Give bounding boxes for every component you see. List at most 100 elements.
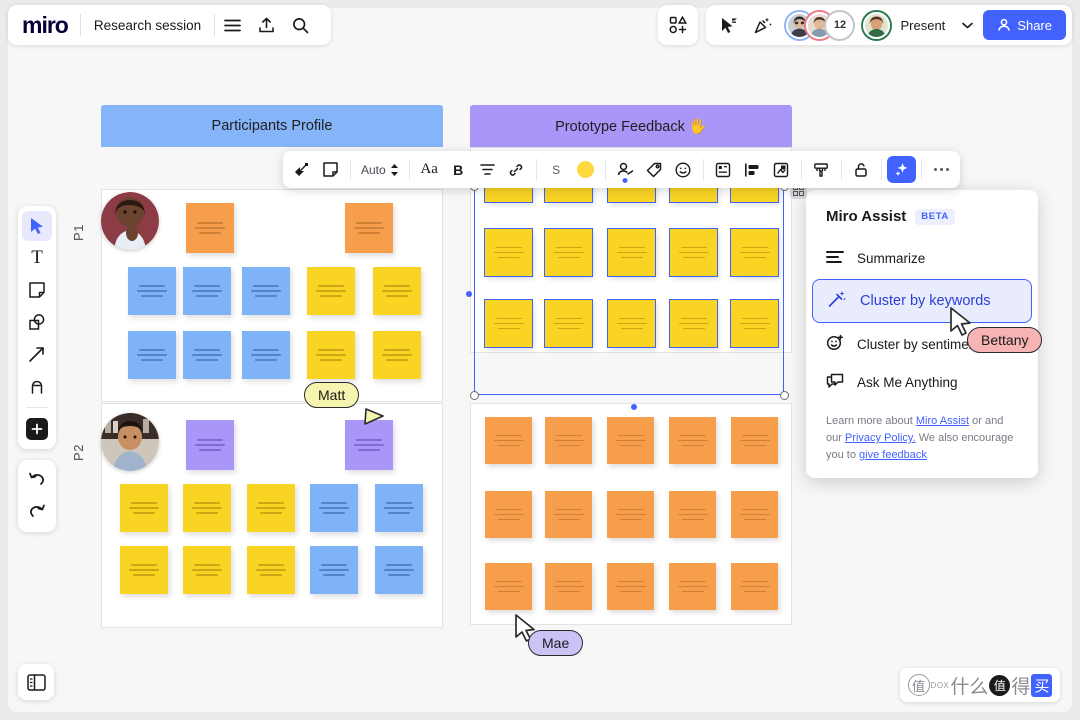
more-apps-tool[interactable] xyxy=(22,414,52,444)
sticky-note[interactable] xyxy=(669,491,716,538)
sticky-note[interactable] xyxy=(128,267,176,315)
collaborator-avatar-4[interactable] xyxy=(863,12,890,39)
sticky-note[interactable] xyxy=(670,300,717,347)
sticky-note[interactable] xyxy=(310,546,358,594)
sticky-note[interactable] xyxy=(485,417,532,464)
sticky-note[interactable] xyxy=(731,417,778,464)
layout-align-icon[interactable] xyxy=(738,155,767,184)
sticky-note[interactable] xyxy=(183,484,231,532)
sticky-note[interactable] xyxy=(669,563,716,610)
board-title[interactable]: Research session xyxy=(81,18,214,33)
sticky-note[interactable] xyxy=(183,267,231,315)
sticky-note[interactable] xyxy=(731,229,778,276)
sticky-note[interactable] xyxy=(545,491,592,538)
pen-tool[interactable] xyxy=(22,371,52,401)
sticky-note[interactable] xyxy=(307,267,355,315)
assist-item-cluster-keywords[interactable]: Cluster by keywords xyxy=(812,279,1032,323)
selection-handle-bottom-right[interactable] xyxy=(780,391,789,400)
sticky-note[interactable] xyxy=(608,300,655,347)
arrow-tool[interactable] xyxy=(22,339,52,369)
share-button[interactable]: Share xyxy=(983,10,1066,40)
lock-icon[interactable] xyxy=(847,155,876,184)
sticky-note[interactable] xyxy=(242,331,290,379)
strikethrough-icon[interactable]: S xyxy=(542,155,571,184)
toggle-panel-button[interactable] xyxy=(18,664,54,700)
menu-icon[interactable] xyxy=(215,8,249,42)
convert-icon[interactable] xyxy=(287,155,316,184)
sticky-note[interactable] xyxy=(186,203,234,253)
give-feedback-link[interactable]: give feedback xyxy=(859,449,927,461)
apps-group[interactable] xyxy=(658,5,698,45)
cursor-share-icon[interactable] xyxy=(712,8,746,42)
selection-dot-left[interactable] xyxy=(466,291,472,297)
sticky-note[interactable] xyxy=(310,484,358,532)
assist-item-ask-me-anything[interactable]: Ask Me Anything xyxy=(806,363,1038,401)
sticky-note[interactable] xyxy=(120,484,168,532)
sticky-note[interactable] xyxy=(307,331,355,379)
sticky-note[interactable] xyxy=(670,229,717,276)
frame-prototype-feedback[interactable]: Prototype Feedback 🖐️ xyxy=(470,105,792,147)
sticky-note[interactable] xyxy=(485,491,532,538)
shapes-tool[interactable] xyxy=(22,307,52,337)
sticky-note[interactable] xyxy=(128,331,176,379)
frame-participants-profile[interactable]: Participants Profile xyxy=(101,105,443,147)
bold-icon[interactable]: B xyxy=(444,155,473,184)
present-button[interactable]: Present xyxy=(890,11,955,39)
sticky-note[interactable] xyxy=(242,267,290,315)
sticky-note[interactable] xyxy=(485,300,532,347)
celebrate-icon[interactable] xyxy=(746,8,780,42)
sticky-note[interactable] xyxy=(247,546,295,594)
color-swatch[interactable] xyxy=(571,155,600,184)
font-style-icon[interactable]: Aa xyxy=(415,155,444,184)
font-size-stepper[interactable]: Auto xyxy=(356,155,404,184)
chevron-down-icon[interactable] xyxy=(955,11,979,39)
upload-icon[interactable] xyxy=(249,8,283,42)
sticky-note[interactable] xyxy=(375,484,423,532)
participant-avatar-p2[interactable] xyxy=(101,413,159,471)
select-tool[interactable] xyxy=(22,211,52,241)
sticky-note[interactable] xyxy=(373,267,421,315)
sticky-note[interactable] xyxy=(545,229,592,276)
sticky-note[interactable] xyxy=(608,229,655,276)
assist-item-summarize[interactable]: Summarize xyxy=(806,239,1038,277)
layout-grid-icon[interactable] xyxy=(709,155,738,184)
link-icon[interactable] xyxy=(502,155,531,184)
participant-avatar-p1[interactable] xyxy=(101,192,159,250)
collaborator-avatars[interactable]: 12 xyxy=(786,12,853,39)
emoji-icon[interactable] xyxy=(669,155,698,184)
sticky-note[interactable] xyxy=(345,203,393,253)
more-options-icon[interactable] xyxy=(927,155,956,184)
text-tool[interactable]: T xyxy=(22,243,52,273)
top-bar-left[interactable]: miro Research session xyxy=(8,5,331,45)
sticky-note[interactable] xyxy=(607,563,654,610)
sticky-note[interactable] xyxy=(607,417,654,464)
sticky-note[interactable] xyxy=(731,563,778,610)
undo-button[interactable] xyxy=(22,465,52,495)
sticky-note[interactable] xyxy=(731,300,778,347)
apps-shapes-icon[interactable] xyxy=(661,8,695,42)
sticky-note-tool[interactable] xyxy=(22,275,52,305)
sticky-note[interactable] xyxy=(669,417,716,464)
sticky-note[interactable] xyxy=(373,331,421,379)
sticky-note[interactable] xyxy=(607,491,654,538)
collaborator-count[interactable]: 12 xyxy=(826,12,853,39)
sticky-note[interactable] xyxy=(485,563,532,610)
paint-format-icon[interactable] xyxy=(807,155,836,184)
tag-icon[interactable] xyxy=(640,155,669,184)
redo-button[interactable] xyxy=(22,497,52,527)
sticky-note[interactable] xyxy=(731,491,778,538)
sticky-note[interactable] xyxy=(545,300,592,347)
privacy-policy-link[interactable]: Privacy Policy. xyxy=(845,432,916,444)
sticky-shape-icon[interactable] xyxy=(316,155,345,184)
collaboration-group[interactable]: 12 Present xyxy=(706,5,1072,45)
board-canvas[interactable]: Participants Profile xyxy=(8,8,1072,712)
sticky-note[interactable] xyxy=(375,546,423,594)
sticky-note[interactable] xyxy=(183,331,231,379)
object-context-toolbar[interactable]: Auto Aa B xyxy=(283,151,960,188)
selection-handle-bottom-left[interactable] xyxy=(470,391,479,400)
sticky-note[interactable] xyxy=(485,229,532,276)
frame-participants-profile-title[interactable]: Participants Profile xyxy=(101,105,443,147)
ai-assist-icon[interactable] xyxy=(887,156,916,183)
frame-prototype-feedback-title[interactable]: Prototype Feedback 🖐️ xyxy=(470,105,792,147)
top-bar-right[interactable]: 12 Present xyxy=(658,5,1072,45)
